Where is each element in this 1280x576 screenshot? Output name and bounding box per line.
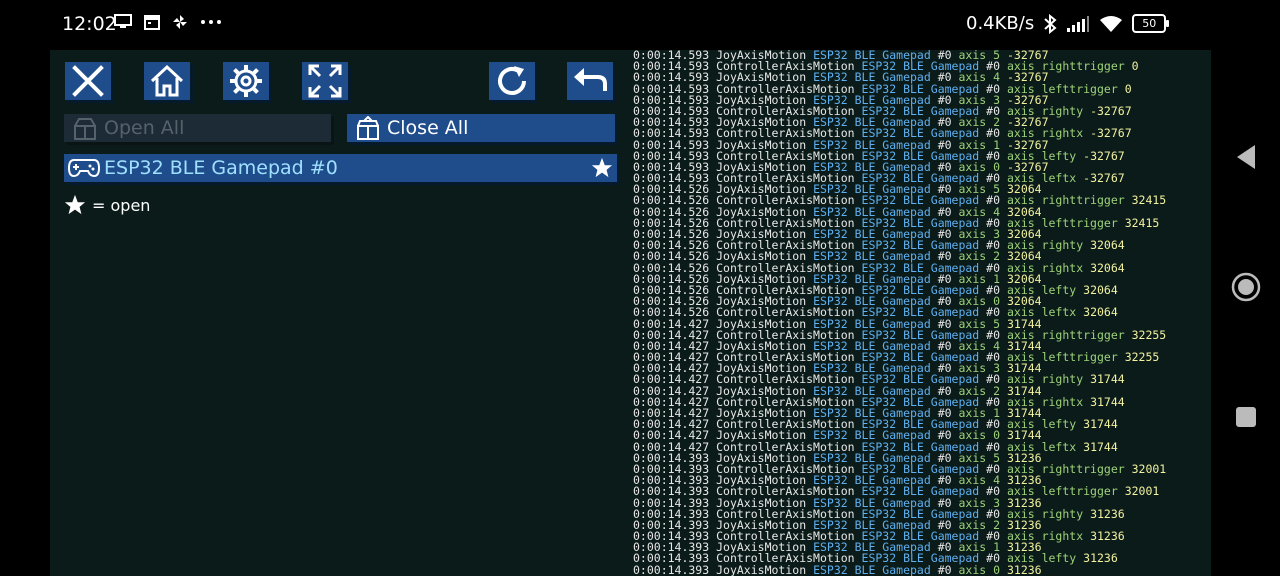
log-value: 32415 bbox=[1124, 215, 1160, 230]
calendar-icon bbox=[144, 15, 160, 30]
status-right-icons: 0.4KB/s 50 bbox=[966, 13, 1170, 34]
nav-recents-button[interactable] bbox=[1229, 400, 1263, 434]
event-log[interactable]: 0:00:14.593 JoyAxisMotion ESP32 BLE Game… bbox=[633, 50, 1211, 576]
open-all-button[interactable]: Open All bbox=[64, 114, 331, 142]
device-name: ESP32 BLE Gamepad #0 bbox=[104, 157, 338, 179]
gamepad-icon bbox=[68, 159, 100, 178]
log-value: 31744 bbox=[1083, 439, 1118, 454]
nav-back-button[interactable] bbox=[1229, 140, 1263, 174]
back-icon bbox=[574, 68, 607, 91]
close-icon bbox=[72, 65, 104, 97]
log-value: -32767 bbox=[1083, 171, 1125, 186]
log-value: 32255 bbox=[1131, 327, 1167, 342]
log-value: 32064 bbox=[1090, 260, 1125, 275]
refresh-button[interactable] bbox=[489, 62, 535, 100]
status-time: 12:02 bbox=[62, 13, 117, 35]
log-value: -32767 bbox=[1090, 103, 1132, 118]
pinwheel-icon bbox=[173, 15, 187, 29]
device-item[interactable]: ESP32 BLE Gamepad #0 bbox=[64, 154, 617, 182]
legend: = open bbox=[64, 194, 150, 216]
log-value: 0 bbox=[1131, 59, 1139, 74]
log-value: 31236 bbox=[1090, 506, 1125, 521]
log-value: 0 bbox=[1124, 81, 1132, 96]
nav-home-button[interactable] bbox=[1229, 270, 1263, 304]
bluetooth-icon bbox=[1044, 13, 1057, 34]
battery-indicator: 50 bbox=[1132, 14, 1170, 33]
log-device-id: #0 bbox=[937, 562, 952, 576]
log-value: 31744 bbox=[1090, 372, 1125, 387]
more-icon bbox=[201, 20, 221, 24]
left-panel: Open All Close All ESP32 BLE Gamepad #0 … bbox=[50, 50, 630, 576]
log-value: 32064 bbox=[1083, 282, 1118, 297]
log-value: -32767 bbox=[1083, 148, 1125, 163]
log-time: 0:00:14.393 bbox=[633, 562, 710, 576]
log-value: 32064 bbox=[1083, 305, 1118, 320]
log-event: JoyAxisMotion bbox=[716, 562, 807, 576]
fullscreen-button[interactable] bbox=[302, 62, 348, 100]
log-value: 31236 bbox=[1083, 551, 1118, 566]
log-value: 32001 bbox=[1131, 461, 1167, 476]
log-line: 0:00:14.393 JoyAxisMotion ESP32 BLE Game… bbox=[633, 562, 1211, 576]
nav-home-icon bbox=[1231, 272, 1261, 302]
log-value: 31236 bbox=[1090, 529, 1125, 544]
wifi-icon bbox=[1100, 15, 1123, 32]
home-icon bbox=[150, 64, 184, 97]
nav-back-icon bbox=[1237, 145, 1255, 169]
log-value: 32001 bbox=[1124, 484, 1160, 499]
refresh-icon bbox=[498, 66, 526, 95]
log-value: 32064 bbox=[1090, 238, 1125, 253]
log-value: 31236 bbox=[1006, 562, 1042, 576]
log-value: 31744 bbox=[1083, 417, 1118, 432]
log-value: 32255 bbox=[1124, 350, 1160, 365]
screen-icon bbox=[114, 14, 132, 28]
fullscreen-icon bbox=[308, 64, 342, 98]
app-window: Open All Close All ESP32 BLE Gamepad #0 … bbox=[50, 50, 1211, 576]
log-device: ESP32 BLE Gamepad bbox=[813, 562, 931, 576]
back-button[interactable] bbox=[567, 62, 613, 100]
nav-recents-icon bbox=[1236, 407, 1256, 427]
close-all-button[interactable]: Close All bbox=[347, 114, 615, 142]
log-value: -32767 bbox=[1090, 126, 1132, 141]
log-axis: axis 0 bbox=[958, 562, 1001, 576]
signal-icon bbox=[1067, 15, 1090, 32]
close-button[interactable] bbox=[65, 62, 111, 100]
close-all-label: Close All bbox=[387, 117, 469, 139]
open-box-icon bbox=[74, 118, 96, 140]
legend-text: = open bbox=[92, 195, 151, 215]
home-button[interactable] bbox=[144, 62, 190, 100]
gear-icon bbox=[230, 65, 262, 97]
network-speed: 0.4KB/s bbox=[966, 13, 1035, 34]
status-left-icons bbox=[114, 14, 222, 30]
star-icon bbox=[591, 157, 613, 178]
star-icon bbox=[64, 194, 86, 215]
status-bar: 12:02 0.4KB/s 50 bbox=[0, 0, 1280, 50]
settings-button[interactable] bbox=[223, 62, 269, 100]
log-value: 31744 bbox=[1090, 394, 1125, 409]
closed-box-icon bbox=[357, 116, 379, 140]
open-all-label: Open All bbox=[104, 117, 185, 139]
log-value: 32415 bbox=[1131, 193, 1167, 208]
